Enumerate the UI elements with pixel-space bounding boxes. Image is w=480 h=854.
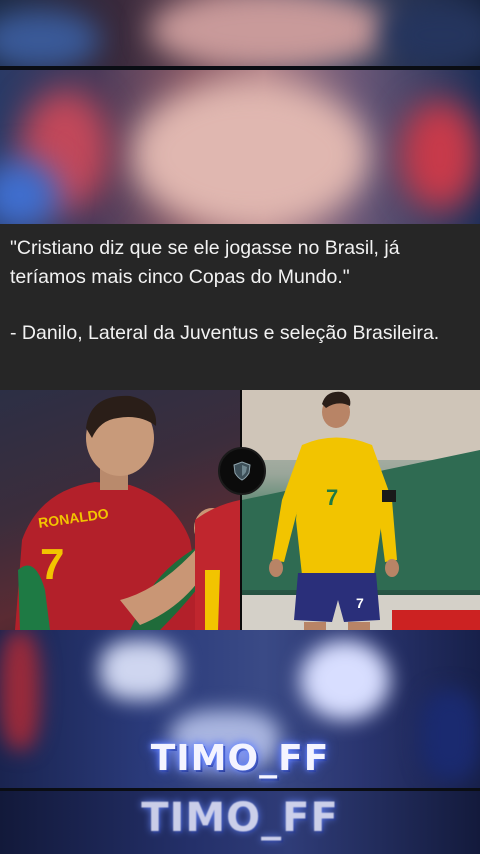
quote-author: - Danilo, Lateral da Juventus e seleção … — [10, 322, 440, 344]
photo-collage: RONALDO 7 7 7 — [0, 390, 480, 630]
quote-panel: "Cristiano diz que se ele jogasse no Bra… — [0, 224, 480, 390]
portugal-photo: RONALDO 7 — [0, 390, 240, 630]
blurred-bottom-frame: TIMO_FF — [0, 791, 480, 854]
blurred-background-image-bottom: TIMO_FF — [0, 630, 480, 788]
top-blurred-frame — [0, 0, 480, 66]
quote-text: "Cristiano diz que se ele jogasse no Bra… — [10, 237, 400, 288]
shorts-number: 7 — [356, 595, 364, 611]
shield-icon — [233, 461, 251, 481]
username-overlay: TIMO_FF — [150, 738, 330, 779]
jersey-number: 7 — [326, 485, 339, 510]
jersey-number: 7 — [40, 540, 65, 589]
blurred-background-image — [0, 70, 480, 224]
brazil-photo: 7 7 — [242, 390, 480, 630]
watermark-logo — [218, 447, 266, 495]
username-overlay-duplicate: TIMO_FF — [141, 795, 339, 841]
